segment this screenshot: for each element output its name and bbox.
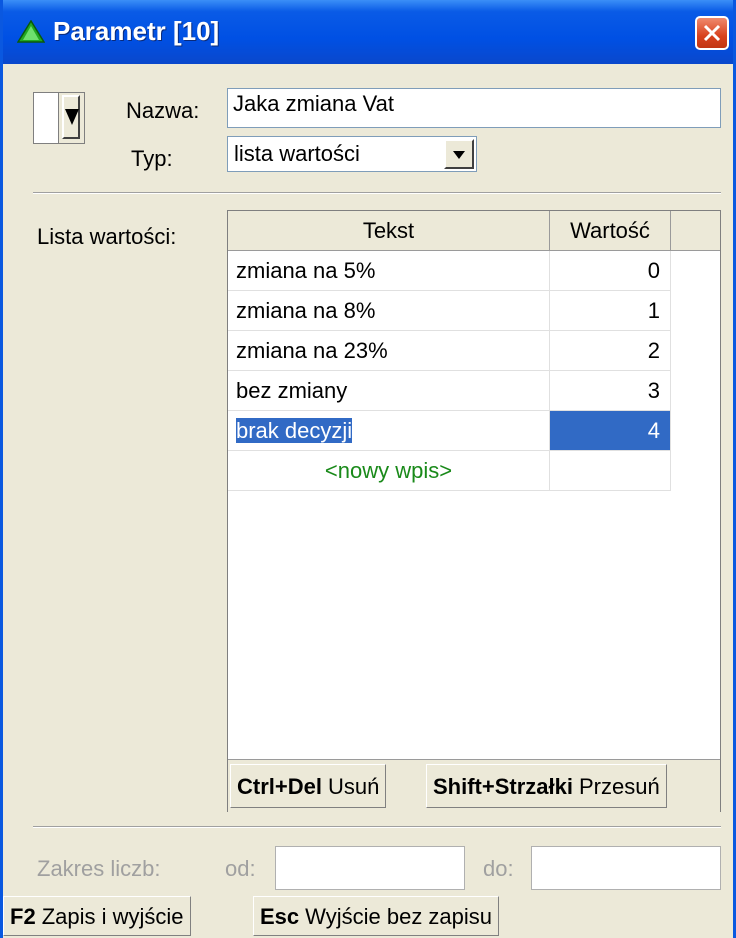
row-value[interactable]: 3 (550, 371, 671, 411)
save-exit-label: Zapis i wyjście (41, 904, 184, 929)
app-icon (17, 20, 45, 43)
save-exit-button[interactable]: F2 Zapis i wyjście (3, 896, 191, 936)
dropdown-arrow-box (58, 93, 84, 143)
new-entry-text[interactable]: <nowy wpis> (228, 451, 550, 491)
column-header-value[interactable]: Wartość (550, 211, 671, 251)
exit-without-saving-button[interactable]: Esc Wyjście bez zapisu (253, 896, 500, 936)
row-text-highlight: brak decyzji (236, 418, 353, 443)
type-label: Typ: (131, 146, 173, 171)
type-select-button[interactable] (444, 139, 474, 169)
row-text[interactable]: zmiana na 23% (228, 331, 550, 371)
value-list-grid[interactable]: Tekst Wartość zmiana na 5% 0 zmiana na 8… (227, 210, 721, 812)
column-header-filler (671, 211, 720, 251)
range-from-field[interactable] (275, 846, 465, 890)
menu-dropdown-button[interactable] (33, 92, 85, 144)
row-value[interactable]: 0 (550, 251, 671, 291)
move-hotkey-key: Shift+Strzałki (433, 774, 573, 799)
type-select[interactable]: lista wartości (227, 136, 477, 172)
value-list-label: Lista wartości: (37, 224, 177, 249)
close-icon (703, 24, 721, 42)
column-header-text[interactable]: Tekst (228, 211, 550, 251)
range-from-label: od: (225, 856, 256, 881)
delete-hotkey-label: Usuń (327, 774, 380, 799)
row-text[interactable]: zmiana na 5% (228, 251, 550, 291)
chevron-down-icon (453, 151, 465, 159)
row-value[interactable]: 1 (550, 291, 671, 331)
row-value[interactable]: 2 (550, 331, 671, 371)
close-button[interactable] (695, 16, 729, 50)
triangle-down-icon (65, 109, 79, 125)
exit-key: Esc (260, 904, 300, 929)
new-entry-value[interactable] (550, 451, 671, 491)
footer-hotkey-bar: F2 Zapis i wyjście Esc Wyjście bez zapisu (3, 896, 733, 938)
table-row[interactable]: bez zmiany 3 (228, 371, 672, 411)
row-value[interactable]: 4 (550, 411, 671, 451)
range-to-label: do: (483, 856, 514, 881)
row-text[interactable]: bez zmiany (228, 371, 550, 411)
type-select-value: lista wartości (234, 141, 360, 166)
move-hotkey-label: Przesuń (578, 774, 660, 799)
new-entry-row[interactable]: <nowy wpis> (228, 451, 672, 491)
separator-bottom (33, 826, 721, 828)
table-row[interactable]: zmiana na 5% 0 (228, 251, 672, 291)
delete-hotkey-key: Ctrl+Del (237, 774, 322, 799)
separator-top (33, 192, 721, 194)
range-to-field[interactable] (531, 846, 721, 890)
exit-label: Wyjście bez zapisu (305, 904, 493, 929)
parameter-dialog: Parametr [10] Nazwa: Jaka zmiana Vat Typ… (0, 0, 736, 938)
grid-hotkey-bar: Ctrl+Del Usuń Shift+Strzałki Przesuń (228, 759, 720, 812)
save-exit-key: F2 (10, 904, 36, 929)
name-field[interactable]: Jaka zmiana Vat (227, 88, 721, 128)
row-text[interactable]: brak decyzji (228, 411, 550, 451)
table-row[interactable]: zmiana na 23% 2 (228, 331, 672, 371)
title-bar[interactable]: Parametr [10] (3, 0, 733, 64)
table-row-selected[interactable]: brak decyzji 4 (228, 411, 672, 451)
name-label: Nazwa: (126, 98, 200, 123)
delete-hotkey[interactable]: Ctrl+Del Usuń (230, 764, 387, 808)
row-text[interactable]: zmiana na 8% (228, 291, 550, 331)
table-row[interactable]: zmiana na 8% 1 (228, 291, 672, 331)
move-hotkey[interactable]: Shift+Strzałki Przesuń (426, 764, 667, 808)
range-label: Zakres liczb: (37, 856, 161, 881)
window-title: Parametr [10] (53, 16, 220, 46)
